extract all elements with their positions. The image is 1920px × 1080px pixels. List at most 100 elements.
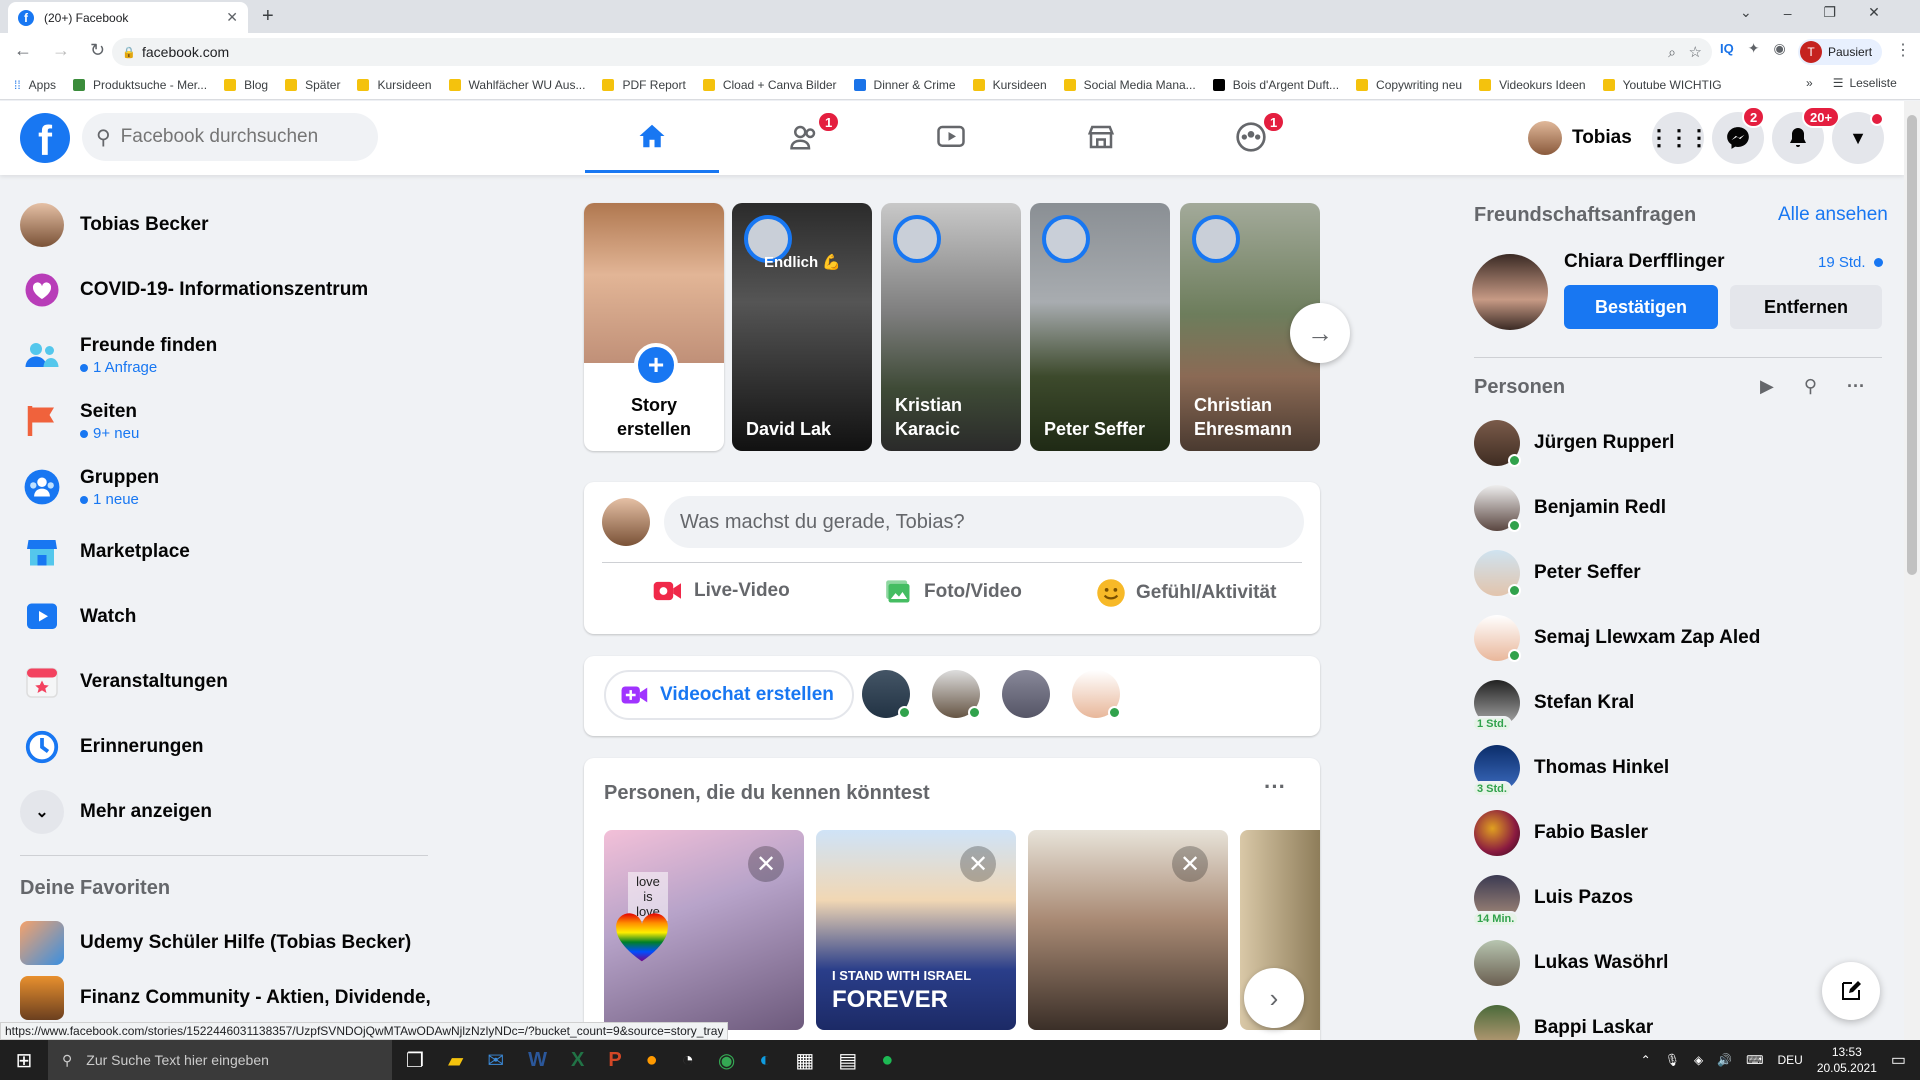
favorite-item[interactable]: Finanz Community - Aktien, Dividende, (20, 970, 431, 1026)
bookmark-folder[interactable]: Kursideen (972, 78, 1047, 92)
suggestion-card[interactable]: love is love ✕ (604, 830, 804, 1030)
contact-item[interactable]: Fabio Basler (1474, 804, 1648, 862)
messenger-button[interactable]: 2 (1712, 106, 1766, 164)
suggestion-card[interactable]: ✕ (1028, 830, 1228, 1030)
reload-icon[interactable]: ↻ (90, 40, 105, 61)
contact-avatar[interactable] (932, 670, 981, 719)
new-tab-icon[interactable]: + (262, 5, 274, 28)
bookmark-folder[interactable]: Videokurs Ideen (1479, 78, 1586, 92)
minimize-icon[interactable]: – (1784, 5, 1792, 21)
profile-button[interactable]: T Pausiert (1798, 39, 1883, 65)
notifications-button[interactable]: 20+ (1772, 106, 1841, 164)
sidebar-item-pages[interactable]: Seiten 9+ neu (20, 393, 139, 449)
contact-item[interactable]: Semaj Llewxam Zap Aled (1474, 609, 1760, 667)
app-icon-3[interactable]: ▦ (795, 1048, 814, 1073)
dismiss-icon[interactable]: ✕ (1172, 846, 1208, 882)
bookmark-star-icon[interactable]: ☆ (1689, 43, 1702, 61)
new-room-icon[interactable]: ▶ (1760, 376, 1774, 397)
volume-icon[interactable]: 🔊 (1717, 1053, 1732, 1067)
dismiss-icon[interactable]: ✕ (748, 846, 784, 882)
contact-item[interactable]: Lukas Wasöhrl (1474, 934, 1668, 992)
favorite-item[interactable]: Udemy Schüler Hilfe (Tobias Becker) (20, 915, 411, 971)
search-input[interactable] (120, 126, 361, 148)
mail-icon[interactable]: ✉ (487, 1048, 504, 1073)
feeling-button[interactable]: Gefühl/Aktivität (1096, 578, 1276, 608)
app-icon-2[interactable]: ◔ (682, 1049, 694, 1072)
tab-friends[interactable]: 1 (737, 101, 871, 173)
mic-icon[interactable]: 🎙 (1665, 1053, 1680, 1067)
bookmark-item[interactable]: Bois d'Argent Duft... (1212, 78, 1339, 92)
photo-video-button[interactable]: Foto/Video (884, 578, 1022, 606)
sidebar-item-more[interactable]: ⌄ Mehr anzeigen (20, 784, 212, 840)
page-scrollbar[interactable] (1904, 101, 1920, 1040)
search-box[interactable]: ⚲ (82, 113, 378, 161)
see-all-link[interactable]: Alle ansehen (1778, 204, 1888, 226)
zoom-icon[interactable]: ⌕ (1668, 44, 1676, 61)
story-card[interactable]: Kristian Karacic (881, 203, 1021, 451)
contact-avatar[interactable] (1002, 670, 1050, 718)
create-room-button[interactable]: Videochat erstellen (604, 670, 854, 720)
sidebar-item-covid[interactable]: COVID-19- Informationszentrum (20, 262, 368, 318)
tray-arrow-icon[interactable]: ⌃ (1641, 1053, 1651, 1067)
live-video-button[interactable]: Live-Video (652, 578, 790, 604)
contact-item[interactable]: Jürgen Rupperl (1474, 414, 1674, 472)
remove-button[interactable]: Entfernen (1730, 285, 1882, 329)
contact-item[interactable]: Peter Seffer (1474, 544, 1641, 602)
notification-center-icon[interactable]: ▭ (1891, 1050, 1906, 1070)
story-card[interactable]: Endlich 💪 David Lak (732, 203, 872, 451)
file-explorer-icon[interactable]: ▰ (448, 1048, 463, 1073)
tab-search-icon[interactable]: ⌄ (1740, 4, 1752, 21)
extension-iq-icon[interactable]: IQ (1720, 41, 1734, 56)
language-indicator[interactable]: DEU (1777, 1053, 1802, 1067)
contact-avatar[interactable] (862, 670, 911, 719)
bookmark-folder[interactable]: Youtube WICHTIG (1602, 78, 1722, 92)
contact-item[interactable]: 14 Min. Luis Pazos (1472, 869, 1633, 927)
reading-list[interactable]: ☰ Leseliste (1833, 76, 1897, 90)
bookmark-folder[interactable]: Später (285, 78, 340, 92)
powerpoint-icon[interactable]: P (608, 1049, 621, 1072)
tab-groups[interactable]: 1 (1184, 101, 1318, 173)
request-name[interactable]: Chiara Derfflinger (1564, 251, 1724, 273)
bookmark-item[interactable]: Produktsuche - Mer... (73, 78, 207, 92)
browser-menu-icon[interactable]: ⋮ (1895, 40, 1911, 60)
app-icon-4[interactable]: ▤ (838, 1048, 857, 1073)
bookmark-folder[interactable]: Kursideen (357, 78, 432, 92)
edge-icon[interactable]: ◐ (759, 1049, 771, 1072)
contact-item[interactable]: 3 Std. Thomas Hinkel (1472, 739, 1669, 797)
contact-item[interactable]: Benjamin Redl (1474, 479, 1666, 537)
contact-avatar[interactable] (1072, 670, 1121, 719)
spotify-icon[interactable]: ● (881, 1049, 893, 1072)
keyboard-icon[interactable]: ⌨ (1746, 1053, 1763, 1067)
confirm-button[interactable]: Bestätigen (1564, 285, 1718, 329)
windows-start-icon[interactable]: ⊞ (0, 1048, 48, 1073)
facebook-logo-icon[interactable]: f (20, 113, 70, 163)
avatar[interactable] (1472, 254, 1548, 330)
create-story-card[interactable]: + Story erstellen (584, 203, 724, 451)
tab-home[interactable] (585, 101, 719, 173)
app-icon[interactable]: ● (646, 1049, 658, 1072)
bookmark-folder[interactable]: Blog (224, 78, 268, 92)
tab-marketplace[interactable] (1034, 101, 1168, 173)
close-tab-icon[interactable]: ✕ (226, 9, 238, 26)
task-view-icon[interactable]: ❐ (406, 1048, 424, 1073)
bookmark-apps[interactable]: ⁞⁞ Apps (14, 78, 56, 92)
sidebar-item-groups[interactable]: Gruppen 1 neue (20, 459, 159, 515)
scrollbar-thumb[interactable] (1907, 115, 1917, 575)
more-options-icon[interactable]: ··· (1847, 376, 1865, 397)
bookmark-folder[interactable]: PDF Report (602, 78, 686, 92)
sidebar-item-events[interactable]: Veranstaltungen (20, 654, 228, 710)
dismiss-icon[interactable]: ✕ (960, 846, 996, 882)
story-card[interactable]: Peter Seffer (1030, 203, 1170, 451)
menu-button[interactable]: ⋮⋮⋮ (1648, 112, 1710, 164)
sidebar-item-memories[interactable]: Erinnerungen (20, 719, 204, 775)
forward-icon[interactable]: → (52, 40, 70, 61)
address-bar[interactable]: 🔒 facebook.com ⌕ ☆ (112, 38, 1712, 66)
taskbar-search[interactable]: ⚲ Zur Suche Text hier eingeben (48, 1040, 392, 1080)
sidebar-item-profile[interactable]: Tobias Becker (20, 197, 208, 253)
tab-watch[interactable] (884, 101, 1018, 173)
sidebar-item-marketplace[interactable]: Marketplace (20, 524, 190, 580)
clock[interactable]: 13:53 20.05.2021 (1817, 1044, 1877, 1076)
more-bookmarks-icon[interactable]: » (1806, 76, 1813, 90)
suggestion-card[interactable]: ✕ I STAND WITH ISRAEL FOREVER (816, 830, 1016, 1030)
bookmark-item[interactable]: Dinner & Crime (853, 78, 956, 92)
